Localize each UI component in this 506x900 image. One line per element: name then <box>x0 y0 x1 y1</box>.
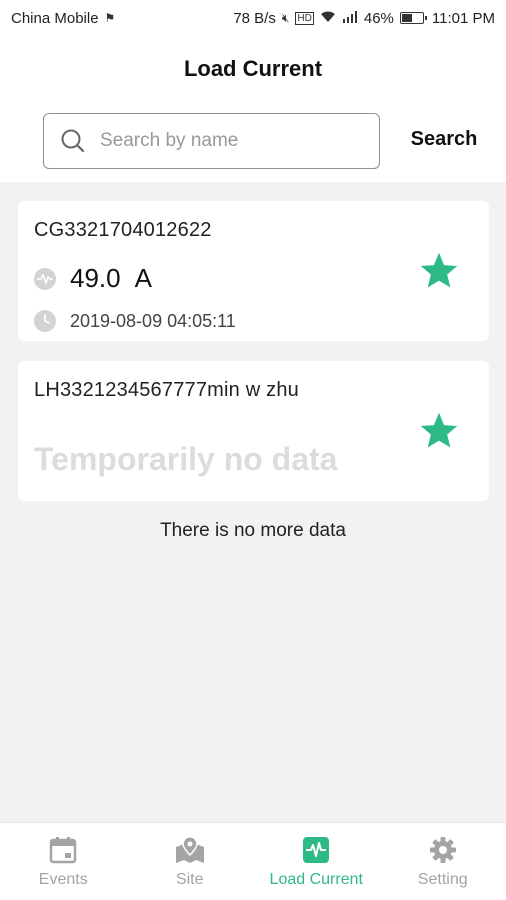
carrier-name: China Mobile <box>11 9 99 27</box>
wifi-icon <box>320 11 336 26</box>
battery-fill <box>401 14 413 22</box>
signal-icon <box>342 10 358 26</box>
tab-label: Load Current <box>269 871 363 888</box>
status-bar: China Mobile ⚑ 78 B/s 🔇︎ HD 46% 11:01 PM <box>0 0 506 36</box>
tab-label: Site <box>175 871 204 888</box>
mute-icon: 🔇︎ <box>281 10 290 25</box>
no-more-data-text: There is no more data <box>160 520 346 541</box>
device-card[interactable]: CG3321704012622 49.0 A 2019-08-09 04:05:… <box>18 201 489 341</box>
tab-label: Events <box>38 871 88 888</box>
calendar-icon <box>50 837 77 864</box>
current-row: 49.0 A <box>34 263 152 294</box>
search-button[interactable]: Search <box>398 128 490 156</box>
current-unit: A <box>134 263 152 293</box>
favorite-star-icon[interactable] <box>418 251 460 291</box>
device-name: LH3321234567777min w zhu <box>34 379 299 401</box>
pulse-icon <box>34 267 56 290</box>
device-name: CG3321704012622 <box>34 219 212 241</box>
tab-setting[interactable]: Setting <box>380 823 506 900</box>
status-left: China Mobile ⚑ <box>11 10 115 27</box>
search-box[interactable] <box>43 113 380 169</box>
no-data-label: Temporarily no data <box>34 441 338 477</box>
status-right: 78 B/s 🔇︎ HD 46% 11:01 PM <box>233 10 495 27</box>
hd-icon: HD <box>295 11 314 25</box>
current-value: 49.0 <box>70 263 121 293</box>
clock: 11:01 PM <box>431 9 495 27</box>
timestamp-row: 2019-08-09 04:05:11 <box>34 310 236 332</box>
tab-load-current[interactable]: Load Current <box>253 823 380 900</box>
flag-icon: ⚑ <box>104 11 116 25</box>
tab-events[interactable]: Events <box>0 823 127 900</box>
search-icon <box>61 129 85 153</box>
header: Load Current Search <box>0 36 506 182</box>
battery-icon <box>399 12 427 24</box>
page-title: Load Current <box>183 56 323 81</box>
device-card[interactable]: LH3321234567777min w zhu Temporarily no … <box>18 361 489 501</box>
network-speed: 78 B/s <box>233 9 276 27</box>
search-input[interactable] <box>100 130 350 152</box>
gear-icon <box>429 837 456 863</box>
clock-icon <box>34 310 56 332</box>
favorite-star-icon[interactable] <box>418 411 460 451</box>
tab-site[interactable]: Site <box>127 823 254 900</box>
map-pin-icon <box>175 836 204 863</box>
timestamp: 2019-08-09 04:05:11 <box>70 310 236 331</box>
pulse-icon <box>303 837 330 863</box>
tab-label: Setting <box>417 871 468 888</box>
battery-percent: 46% <box>363 9 394 27</box>
tab-bar: Events Site Load Current Setting <box>0 822 506 900</box>
